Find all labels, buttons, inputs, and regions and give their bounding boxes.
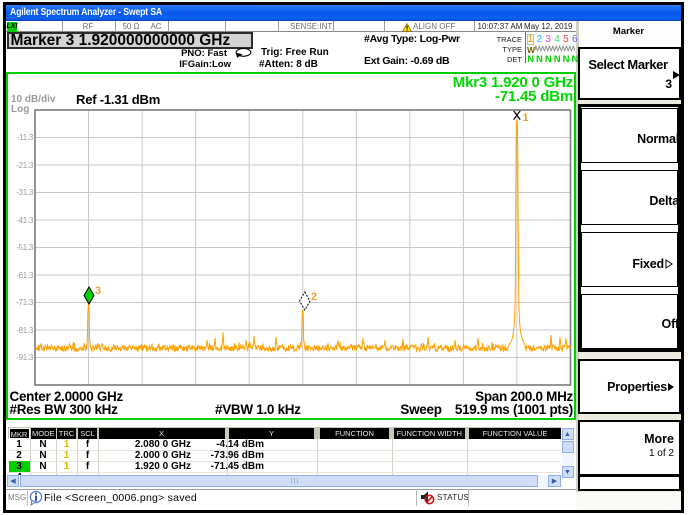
svg-text:2: 2: [311, 291, 317, 303]
svg-text:3: 3: [95, 285, 101, 297]
svg-text:1: 1: [523, 112, 529, 124]
